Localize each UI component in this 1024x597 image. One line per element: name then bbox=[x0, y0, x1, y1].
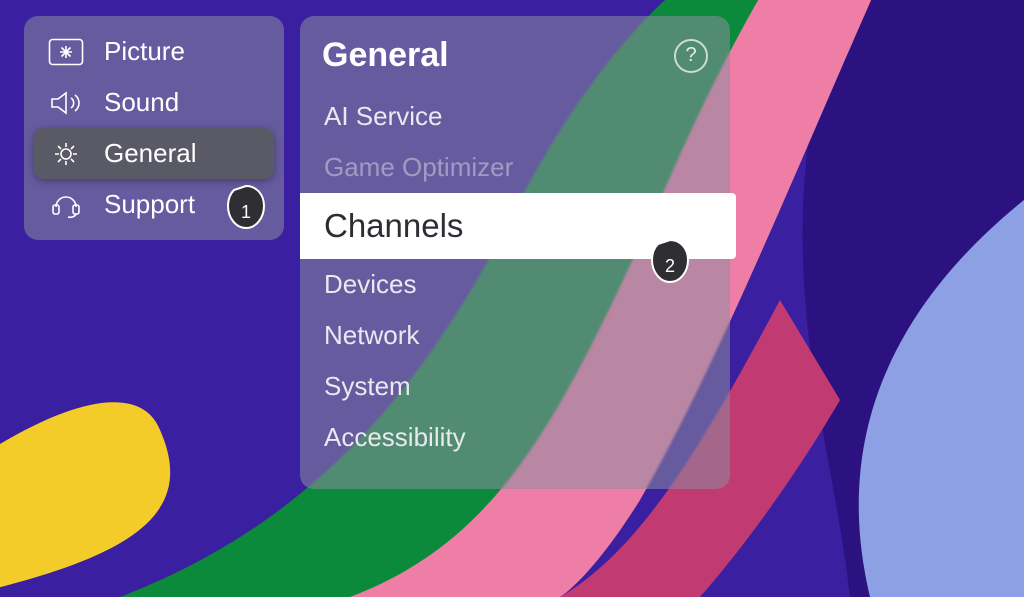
submenu-item-accessibility[interactable]: Accessibility bbox=[300, 412, 730, 463]
submenu-item-devices[interactable]: Devices bbox=[300, 259, 730, 310]
help-glyph: ? bbox=[685, 44, 696, 67]
sidebar-item-support[interactable]: Support bbox=[34, 179, 274, 230]
headset-icon bbox=[46, 190, 86, 220]
submenu-item-label: Channels bbox=[324, 207, 463, 244]
submenu-item-label: Accessibility bbox=[324, 422, 466, 452]
submenu-item-label: Game Optimizer bbox=[324, 152, 513, 182]
submenu-item-game-optimizer: Game Optimizer bbox=[300, 142, 730, 193]
sidebar-item-label: Support bbox=[104, 189, 195, 220]
submenu-item-label: System bbox=[324, 371, 411, 401]
sidebar-item-label: Sound bbox=[104, 87, 179, 118]
submenu-item-label: Devices bbox=[324, 269, 416, 299]
settings-sidebar: Picture Sound General Support bbox=[24, 16, 284, 240]
submenu-item-label: AI Service bbox=[324, 101, 443, 131]
submenu-item-system[interactable]: System bbox=[300, 361, 730, 412]
submenu-item-label: Network bbox=[324, 320, 419, 350]
sound-icon bbox=[46, 88, 86, 118]
gear-icon bbox=[46, 139, 86, 169]
submenu-item-ai-service[interactable]: AI Service bbox=[300, 91, 730, 142]
submenu-item-channels[interactable]: Channels bbox=[300, 193, 736, 259]
sidebar-item-sound[interactable]: Sound bbox=[34, 77, 274, 128]
sidebar-item-picture[interactable]: Picture bbox=[34, 26, 274, 77]
general-submenu: General ? AI Service Game Optimizer Chan… bbox=[300, 16, 730, 489]
submenu-item-network[interactable]: Network bbox=[300, 310, 730, 361]
help-icon[interactable]: ? bbox=[674, 39, 708, 73]
sidebar-item-label: General bbox=[104, 138, 197, 169]
sidebar-item-label: Picture bbox=[104, 36, 185, 67]
picture-icon bbox=[46, 37, 86, 67]
submenu-title: General bbox=[322, 36, 449, 75]
sidebar-item-general[interactable]: General bbox=[34, 128, 274, 179]
